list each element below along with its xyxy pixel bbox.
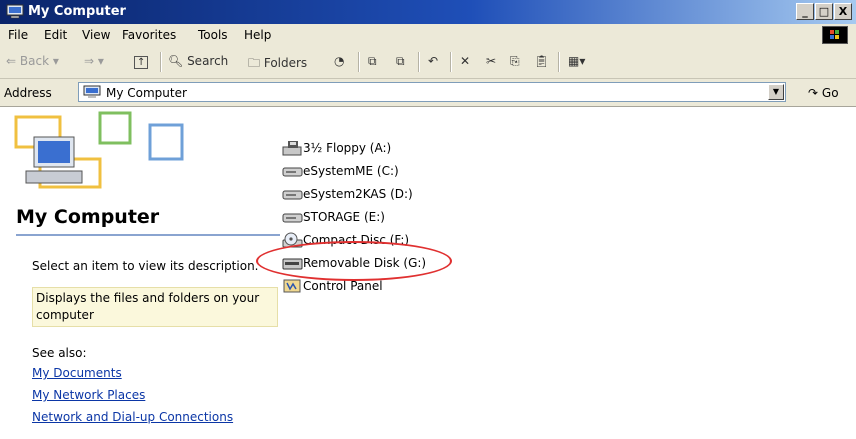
back-button[interactable]: ⇐ Back ▾	[6, 54, 59, 68]
floppy-drive-icon	[282, 141, 302, 156]
undo-icon: ↶	[428, 54, 439, 68]
move-to-icon: ⧉	[368, 54, 377, 68]
panel-title: My Computer	[16, 206, 160, 228]
forward-button[interactable]: ⇒ ▾	[84, 54, 104, 68]
delete-button[interactable]: ✕	[460, 54, 470, 68]
copy-to-icon: ⧉	[396, 54, 405, 68]
drive-label: eSystem2KAS (D:)	[303, 187, 413, 201]
info-box: Displays the files and folders on your c…	[32, 287, 278, 327]
delete-icon: ✕	[460, 54, 471, 68]
back-label: Back	[19, 54, 50, 68]
paste-button[interactable]: 📋︎	[534, 54, 549, 68]
address-dropdown-button[interactable]: ▼	[768, 84, 784, 100]
cut-icon: ✂	[486, 54, 497, 68]
forward-arrow-icon: ⇒	[84, 54, 95, 68]
up-folder-icon: ↑	[134, 56, 149, 69]
hard-drive-icon	[282, 167, 303, 177]
go-arrow-icon: ↷	[808, 86, 819, 100]
up-folder-button[interactable]: ↑	[134, 54, 149, 69]
title-bar: My Computer _ □ X	[0, 0, 856, 24]
folders-button[interactable]: 🗀 Folders	[248, 54, 307, 75]
views-icon: ▦	[568, 54, 580, 68]
hard-drive-icon	[282, 213, 303, 223]
address-bar: Address My Computer ▼ ↷ Go	[0, 79, 856, 107]
address-value: My Computer	[106, 86, 187, 100]
search-icon: 🔍︎	[168, 54, 184, 68]
menu-tools[interactable]: Tools	[198, 28, 228, 42]
title-divider	[16, 234, 280, 236]
link-my-network-places[interactable]: My Network Places	[32, 388, 145, 402]
highlight-circle	[256, 241, 452, 281]
paste-icon: 📋︎	[534, 54, 550, 68]
hard-drive-icon	[282, 190, 303, 200]
cut-button[interactable]: ✂	[486, 54, 496, 68]
copy-to-button[interactable]: ⧉	[396, 54, 405, 69]
search-button[interactable]: 🔍︎ Search	[168, 54, 228, 68]
drive-label: eSystemME (C:)	[303, 164, 399, 178]
drive-label: Control Panel	[303, 279, 383, 293]
go-label: Go	[821, 86, 839, 100]
folders-label: Folders	[263, 56, 308, 70]
link-network-dialup-connections[interactable]: Network and Dial-up Connections	[32, 410, 233, 424]
history-button[interactable]: ◔	[334, 54, 344, 68]
address-label: Address	[4, 86, 52, 100]
copy-button[interactable]: ⎘	[510, 54, 520, 69]
menu-help[interactable]: Help	[244, 28, 271, 42]
move-to-button[interactable]: ⧉	[368, 54, 377, 69]
back-arrow-icon: ⇐	[6, 54, 17, 68]
windows-logo-icon	[822, 26, 848, 44]
folders-icon: 🗀	[248, 56, 261, 70]
copy-icon: ⎘	[510, 54, 520, 68]
go-button[interactable]: ↷ Go	[808, 86, 839, 100]
menu-view[interactable]: View	[82, 28, 110, 42]
window-title: My Computer	[28, 4, 126, 19]
see-also-label: See also:	[32, 346, 87, 360]
drive-label: 3½ Floppy (A:)	[303, 141, 392, 155]
maximize-button[interactable]: □	[815, 3, 833, 20]
minimize-button[interactable]: _	[796, 3, 814, 20]
toolbar: ⇐ Back ▾ ⇒ ▾ ↑ 🔍︎ Search 🗀 Folders ◔ ⧉ ⧉…	[0, 46, 856, 79]
menu-bar: File Edit View Favorites Tools Help	[0, 24, 856, 47]
my-computer-icon	[6, 4, 24, 19]
address-input[interactable]: My Computer ▼	[78, 82, 786, 102]
search-label: Search	[187, 54, 229, 68]
menu-file[interactable]: File	[8, 28, 28, 42]
views-button[interactable]: ▦▾	[568, 54, 585, 68]
control-panel-icon	[283, 279, 301, 293]
history-icon: ◔	[334, 54, 345, 68]
menu-edit[interactable]: Edit	[44, 28, 67, 42]
menu-favorites[interactable]: Favorites	[122, 28, 176, 42]
my-computer-icon	[83, 85, 101, 98]
close-button[interactable]: X	[834, 3, 852, 20]
description-prompt: Select an item to view its description.	[32, 259, 259, 273]
task-panel: My Computer Select an item to view its d…	[0, 107, 280, 439]
link-my-documents[interactable]: My Documents	[32, 366, 122, 380]
undo-button[interactable]: ↶	[428, 54, 438, 68]
drive-label: STORAGE (E:)	[303, 210, 385, 224]
